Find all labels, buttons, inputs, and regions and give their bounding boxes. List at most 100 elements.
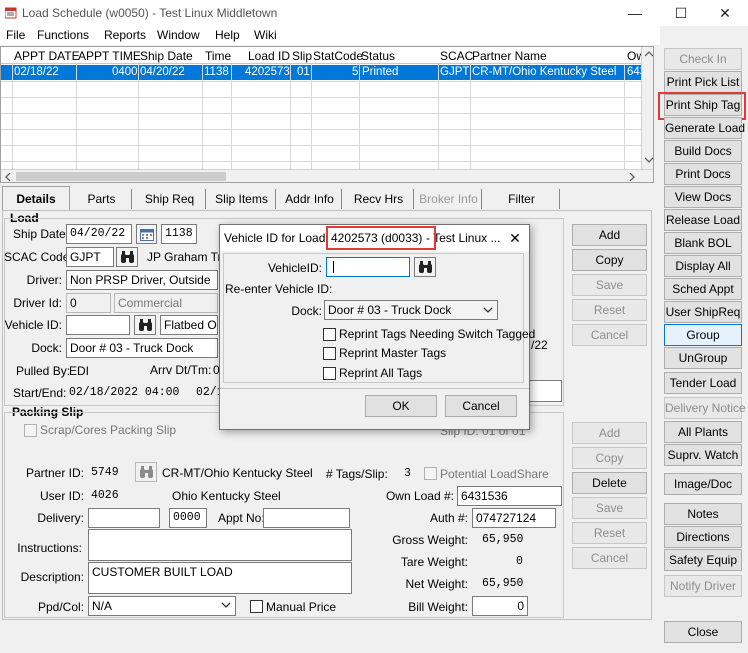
dialog-vehicle-id-input[interactable] xyxy=(326,257,410,277)
driver-field[interactable]: Non PRSP Driver, Outside xyxy=(66,270,218,290)
dialog-close-button[interactable]: ✕ xyxy=(504,227,526,249)
table-row[interactable]: 02/18/22 0400 04/20/22 1138 4202573 01 5… xyxy=(1,65,646,80)
instructions-field[interactable] xyxy=(88,529,352,561)
scac-lookup-button[interactable] xyxy=(116,247,138,267)
tab-parts[interactable]: Parts xyxy=(72,189,132,209)
col-appt-time[interactable]: APPT TIME xyxy=(78,49,141,63)
scroll-up-icon[interactable] xyxy=(645,51,653,57)
all-plants-button[interactable]: All Plants xyxy=(664,421,742,443)
close-button[interactable]: Close xyxy=(664,621,742,643)
col-ship-date[interactable]: Ship Date xyxy=(140,49,193,63)
bill-weight-field[interactable]: 0 xyxy=(472,596,528,616)
notes-button[interactable]: Notes xyxy=(664,503,742,525)
menu-functions[interactable]: Functions xyxy=(37,28,89,42)
scroll-right-icon[interactable] xyxy=(629,173,635,181)
slip-delete-button[interactable]: Delete xyxy=(572,472,647,494)
directions-button[interactable]: Directions xyxy=(664,526,742,548)
load-grid[interactable]: APPT DATE APPT TIME Ship Date Time Load … xyxy=(0,46,654,183)
load-copy-button[interactable]: Copy xyxy=(572,249,647,271)
description-field[interactable]: CUSTOMER BUILT LOAD xyxy=(88,562,352,594)
manual-price-checkbox[interactable] xyxy=(250,600,263,613)
load-cancel-button[interactable]: Cancel xyxy=(572,324,647,346)
tab-filter[interactable]: Filter xyxy=(484,189,560,209)
slip-copy-button[interactable]: Copy xyxy=(572,447,647,469)
notify-driver-button[interactable]: Notify Driver xyxy=(664,575,742,597)
auth-field[interactable]: 074727124 xyxy=(472,508,556,528)
dialog-cancel-button[interactable]: Cancel xyxy=(445,395,517,417)
menu-help[interactable]: Help xyxy=(215,28,240,42)
delivery-time-field[interactable]: 0000 xyxy=(169,508,207,528)
col-statcode[interactable]: StatCode xyxy=(313,49,363,63)
calendar-button[interactable] xyxy=(136,224,157,244)
load-add-button[interactable]: Add xyxy=(572,224,647,246)
col-scac[interactable]: SCAC xyxy=(440,49,473,63)
sched-appt-button[interactable]: Sched Appt xyxy=(664,278,742,300)
col-load-id[interactable]: Load ID xyxy=(248,49,290,63)
image-doc-button[interactable]: Image/Doc xyxy=(664,473,742,495)
col-partner-name[interactable]: Partner Name xyxy=(472,49,547,63)
driver-id-field[interactable]: 0 xyxy=(66,293,111,313)
user-shipreq-button[interactable]: User ShipReq xyxy=(664,301,742,323)
load-reset-button[interactable]: Reset xyxy=(572,299,647,321)
slip-cancel-button[interactable]: Cancel xyxy=(572,547,647,569)
menu-file[interactable]: File xyxy=(6,28,25,42)
scrap-checkbox[interactable] xyxy=(24,424,37,437)
grid-vertical-scrollbar[interactable] xyxy=(641,47,653,170)
print-docs-button[interactable]: Print Docs xyxy=(664,163,742,185)
menu-window[interactable]: Window xyxy=(157,28,200,42)
driver-type-field[interactable]: Commercial xyxy=(114,293,218,313)
dialog-vehicle-lookup-button[interactable] xyxy=(414,257,436,277)
tender-load-button[interactable]: Tender Load xyxy=(664,372,742,394)
check-in-button[interactable]: Check In xyxy=(664,48,742,70)
generate-load-button[interactable]: Generate Load xyxy=(664,117,745,139)
reprint-switch-checkbox[interactable] xyxy=(323,328,336,341)
vehicle-id-field[interactable] xyxy=(66,315,130,335)
reprint-master-checkbox[interactable] xyxy=(323,347,336,360)
col-time[interactable]: Time xyxy=(205,49,231,63)
own-load-field[interactable]: 6431536 xyxy=(457,486,562,506)
tab-ship-req[interactable]: Ship Req xyxy=(134,189,206,209)
menu-reports[interactable]: Reports xyxy=(104,28,146,42)
col-slip[interactable]: Slip xyxy=(292,49,312,63)
safety-equip-button[interactable]: Safety Equip xyxy=(664,549,742,571)
scac-field[interactable]: GJPT xyxy=(66,247,114,267)
ship-time-field[interactable]: 1138 xyxy=(161,224,197,244)
scroll-thumb[interactable] xyxy=(16,172,226,181)
scroll-down-icon[interactable] xyxy=(645,157,653,163)
tab-broker-info[interactable]: Broker Info xyxy=(416,189,482,209)
scroll-left-icon[interactable] xyxy=(5,173,11,181)
partial-field[interactable] xyxy=(525,380,562,402)
print-pick-list-button[interactable]: Print Pick List xyxy=(664,71,742,93)
tab-slip-items[interactable]: Slip Items xyxy=(208,189,276,209)
tab-recv-hrs[interactable]: Recv Hrs xyxy=(344,189,414,209)
reprint-all-checkbox[interactable] xyxy=(323,367,336,380)
dock-select[interactable]: Door # 03 - Truck Dock xyxy=(66,338,218,358)
close-window-button[interactable]: ✕ xyxy=(702,0,748,26)
load-save-button[interactable]: Save xyxy=(572,274,647,296)
minimize-button[interactable]: — xyxy=(612,0,658,26)
vehicle-type-field[interactable]: Flatbed Or S xyxy=(160,315,218,335)
potential-loadshare-checkbox[interactable] xyxy=(424,467,437,480)
tab-addr-info[interactable]: Addr Info xyxy=(278,189,342,209)
col-appt-date[interactable]: APPT DATE xyxy=(14,49,80,63)
ship-date-field[interactable]: 04/20/22 xyxy=(66,224,132,244)
delivery-notice-button[interactable]: Delivery Notice xyxy=(664,397,746,419)
col-status[interactable]: Status xyxy=(361,49,395,63)
dialog-dock-select[interactable]: Door # 03 - Truck Dock xyxy=(324,300,498,320)
menu-wiki[interactable]: Wiki xyxy=(254,28,277,42)
display-all-button[interactable]: Display All xyxy=(664,255,742,277)
slip-save-button[interactable]: Save xyxy=(572,497,647,519)
slip-add-button[interactable]: Add xyxy=(572,422,647,444)
appt-no-field[interactable] xyxy=(263,508,350,528)
build-docs-button[interactable]: Build Docs xyxy=(664,140,742,162)
delivery-field[interactable] xyxy=(88,508,160,528)
partner-lookup-button[interactable] xyxy=(135,462,157,482)
slip-reset-button[interactable]: Reset xyxy=(572,522,647,544)
dialog-ok-button[interactable]: OK xyxy=(365,395,437,417)
maximize-button[interactable]: ☐ xyxy=(658,0,704,26)
suprv-watch-button[interactable]: Suprv. Watch xyxy=(664,444,742,466)
group-button[interactable]: Group xyxy=(664,324,742,346)
ungroup-button[interactable]: UnGroup xyxy=(664,347,742,369)
grid-horizontal-scrollbar[interactable] xyxy=(1,169,653,182)
view-docs-button[interactable]: View Docs xyxy=(664,186,742,208)
